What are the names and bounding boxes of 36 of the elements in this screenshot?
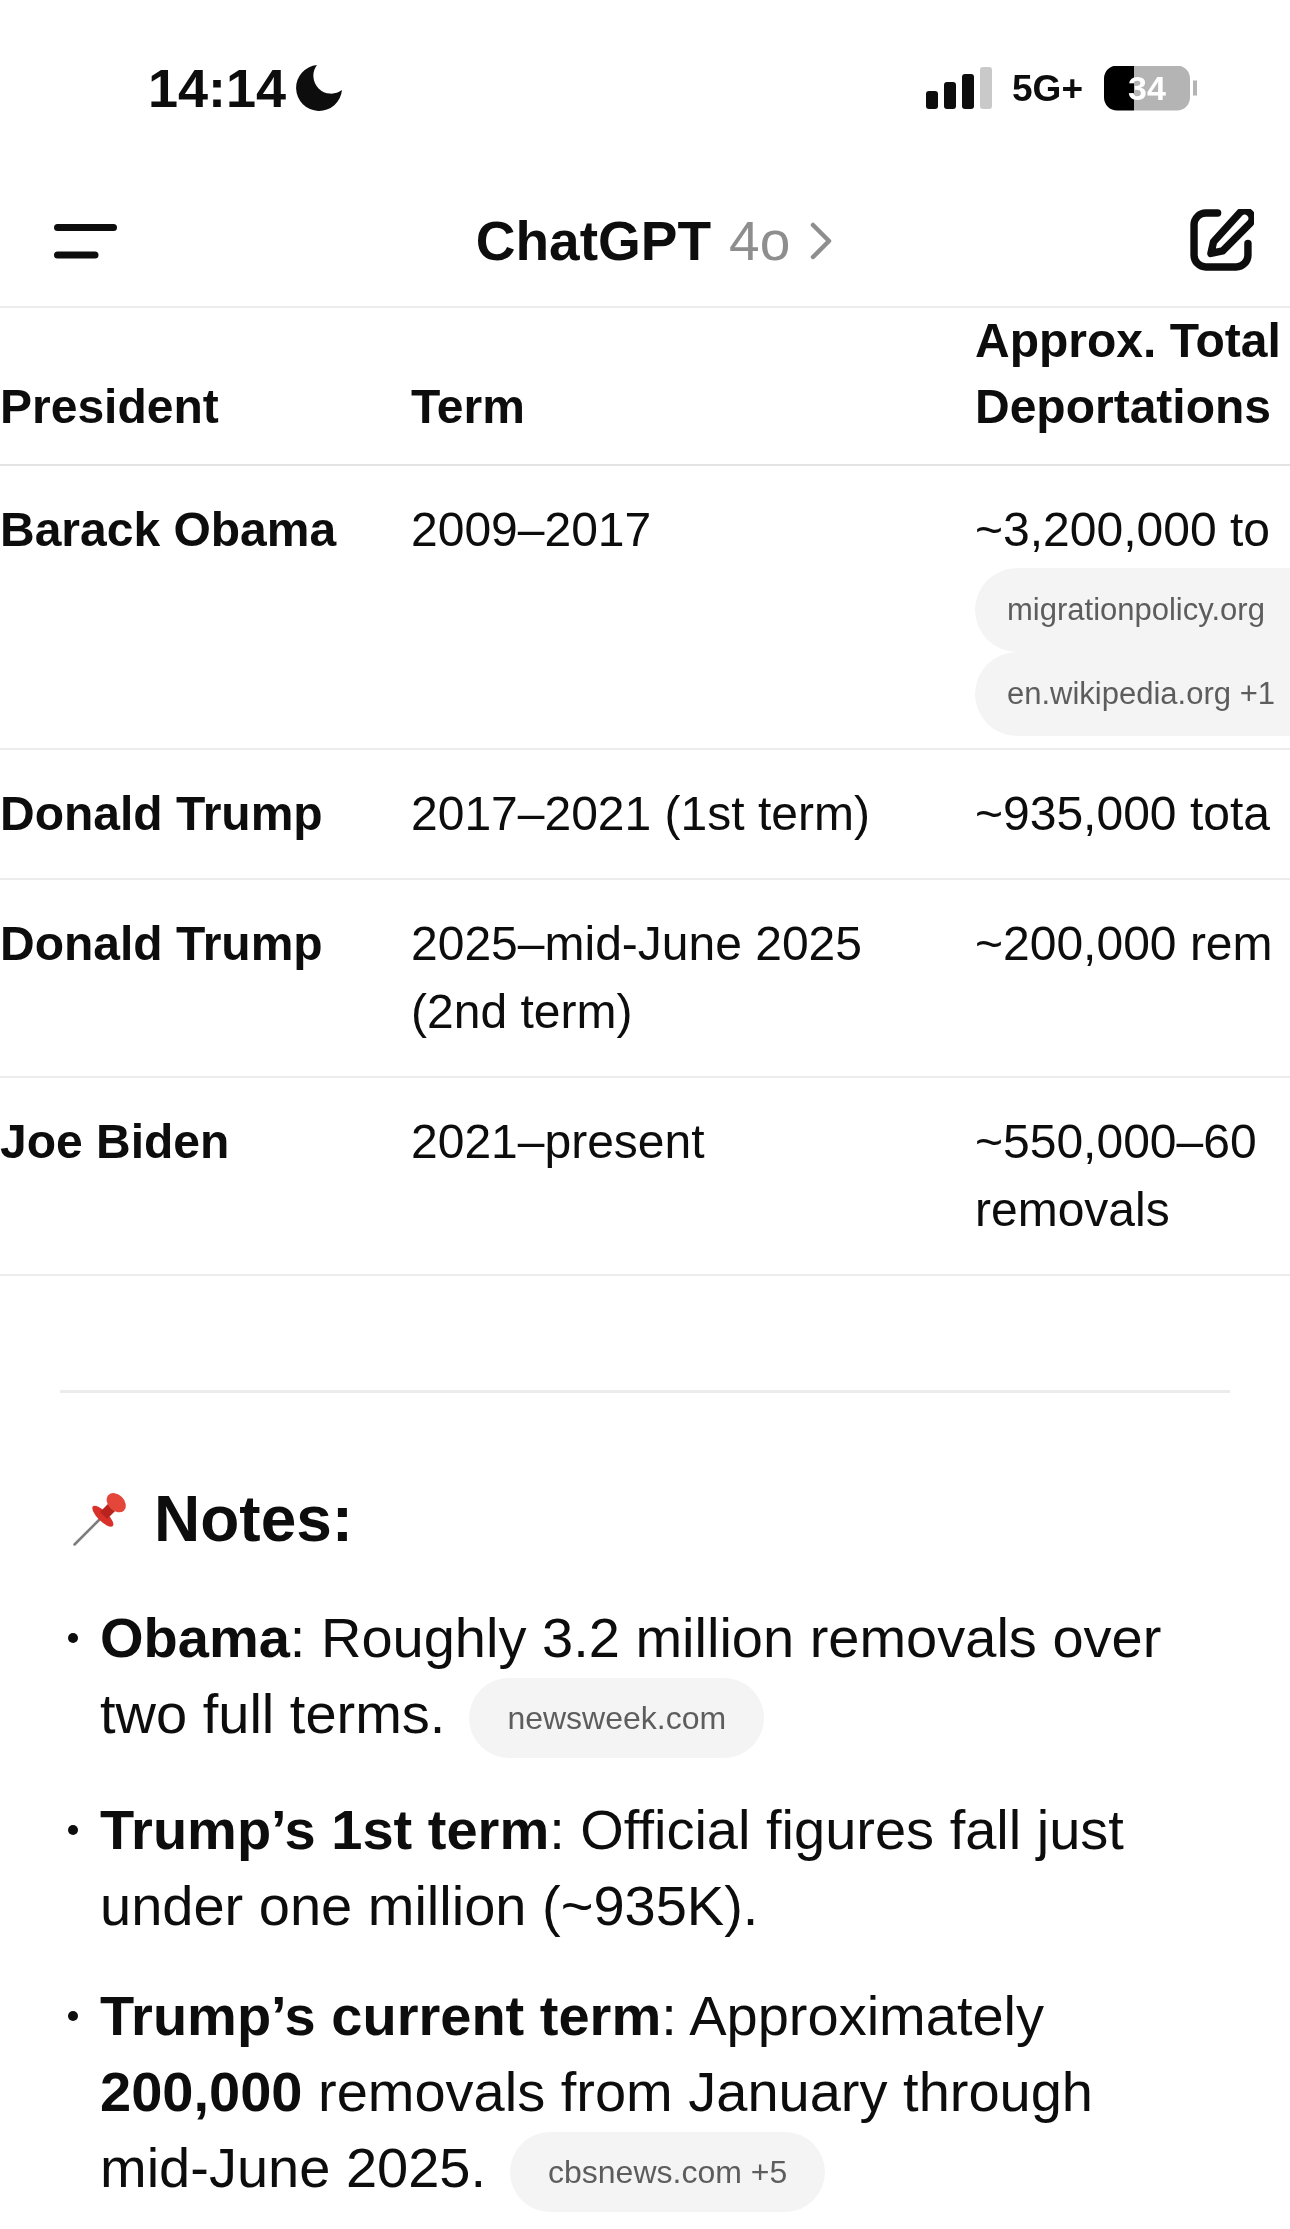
table-cell-text: ~200,000 rem xyxy=(975,916,1273,972)
status-time: 14:14 xyxy=(148,61,287,115)
chevron-right-icon xyxy=(810,222,833,260)
source-link[interactable]: migrationpolicy.org xyxy=(975,568,1290,652)
network-type: 5G+ xyxy=(1012,69,1083,107)
source-link[interactable]: newsweek.com xyxy=(469,1678,765,1759)
menu-button[interactable] xyxy=(54,223,117,259)
column-header: Term xyxy=(411,379,525,435)
source-link[interactable]: cbsnews.com +5 xyxy=(510,2132,826,2213)
table-cell-text: 2017–2021 (1st term) xyxy=(411,786,870,842)
note-text: Trump’s 1st term: Official figures fall just under one million (~935K). xyxy=(100,1797,1125,1940)
table-cell-text: Barack Obama xyxy=(0,502,337,558)
new-chat-button[interactable] xyxy=(1190,209,1254,273)
menu-icon xyxy=(54,223,117,259)
bullet-icon xyxy=(68,2011,78,2022)
pencil-square-icon xyxy=(1190,209,1254,273)
notes-heading: Notes: xyxy=(154,1482,354,1557)
signal-icon xyxy=(926,67,994,109)
source-link[interactable]: en.wikipedia.org +1 xyxy=(975,652,1290,736)
table-cell-text: ~550,000–60 removals xyxy=(975,1114,1258,1238)
table-cell-text: Joe Biden xyxy=(0,1114,230,1170)
column-header: Approx. Total Deportations xyxy=(975,313,1282,435)
model-selector-button[interactable]: ChatGPT 4o xyxy=(475,208,833,274)
table-cell-text: Donald Trump xyxy=(0,786,323,842)
bullet-icon xyxy=(68,1633,78,1643)
table-cell-text: 2021–present xyxy=(411,1114,705,1170)
table-cell-text: ~935,000 tota xyxy=(975,786,1270,842)
table-cell-text: Donald Trump xyxy=(0,916,323,972)
column-header: President xyxy=(0,379,219,435)
note-text: Trump’s current term: Approximately 200,000 removals from January through mid-June 2025. cbsnews.com +5 xyxy=(100,1978,1195,2213)
table-cell-text: 2025–mid-June 2025 (2nd term) xyxy=(411,916,863,1040)
bullet-icon xyxy=(68,1825,78,1836)
table-cell-text: ~3,200,000 to xyxy=(975,502,1270,558)
table-cell-text: 2009–2017 xyxy=(411,502,652,558)
moon-icon xyxy=(296,65,343,111)
note-text: Obama: Roughly 3.2 million removals over two full terms. newsweek.com xyxy=(100,1600,1195,1759)
